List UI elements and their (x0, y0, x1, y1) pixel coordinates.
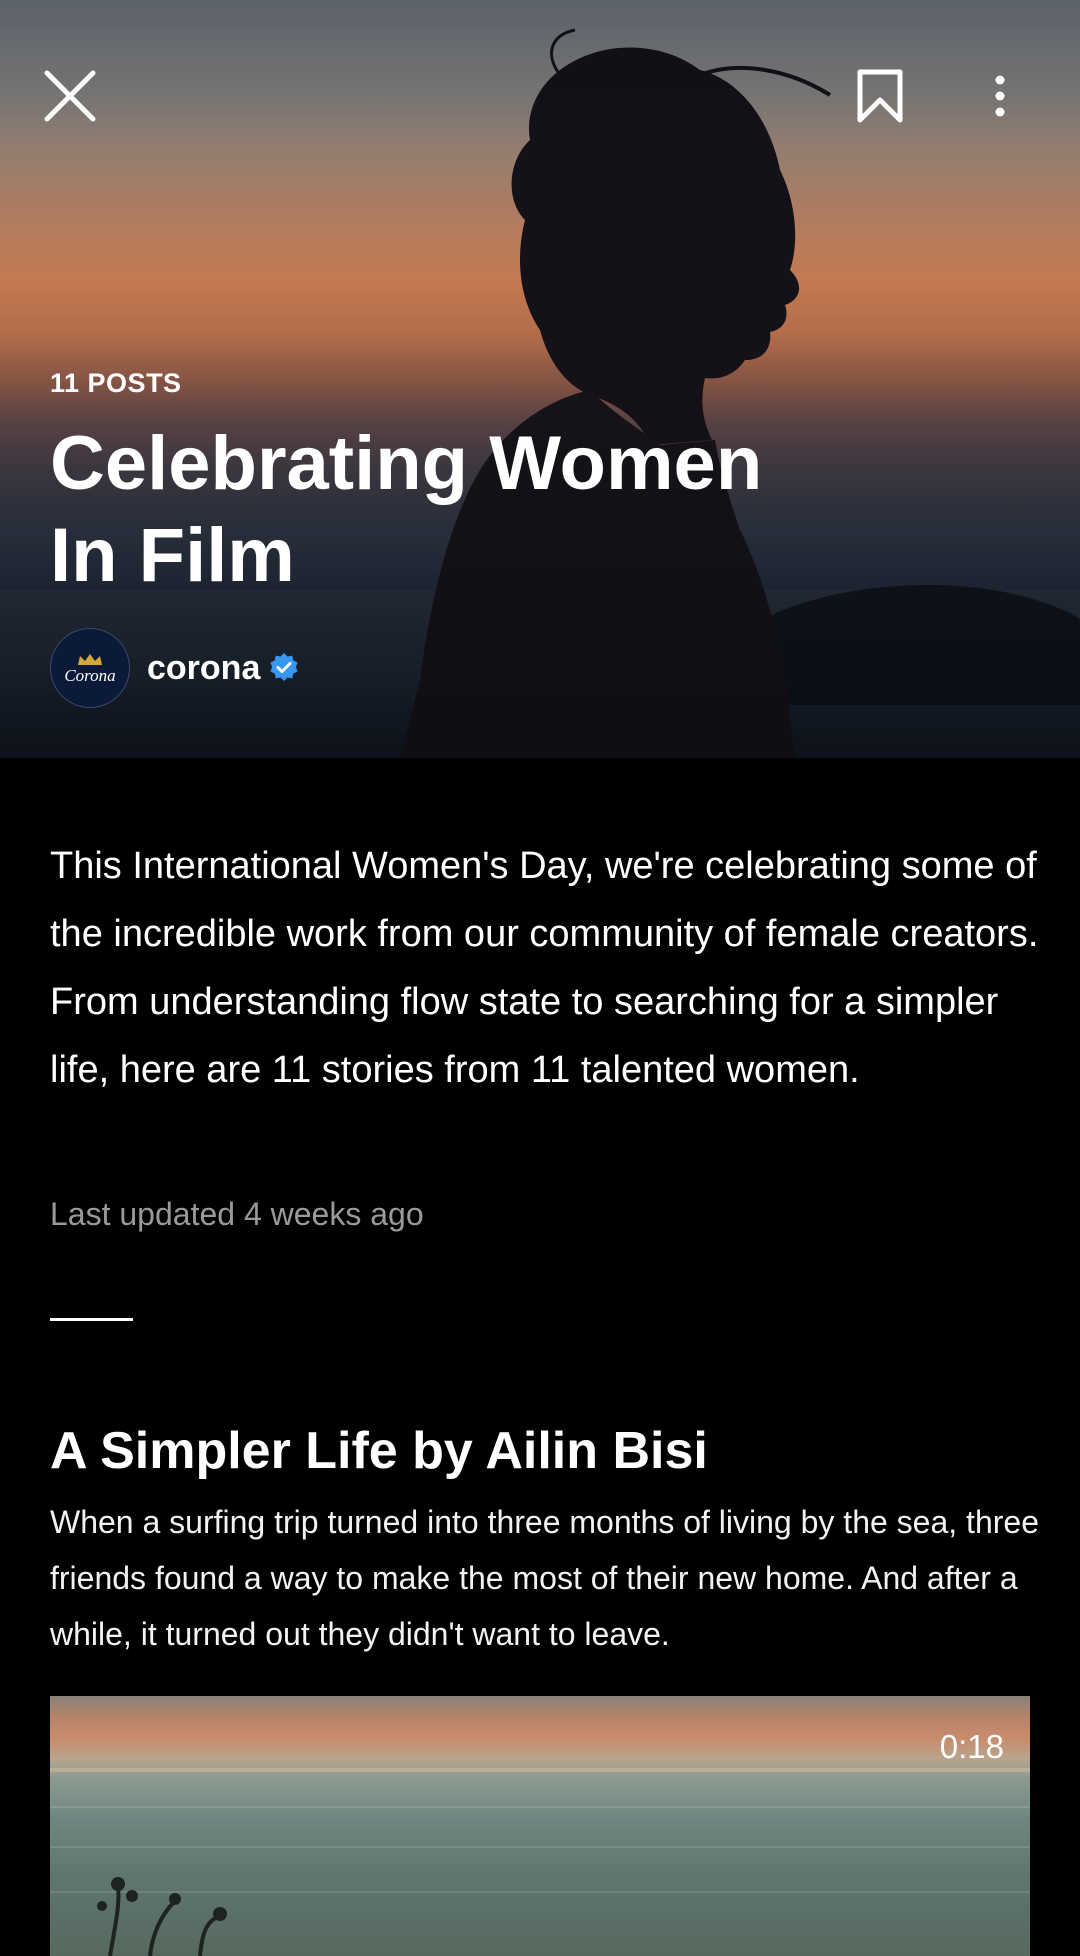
video-ripple (50, 1846, 1030, 1848)
video-ripple (50, 1806, 1030, 1808)
video-horizon (50, 1768, 1030, 1772)
close-button[interactable] (30, 56, 110, 136)
video-plants (97, 1877, 227, 1956)
last-updated: Last updated 4 weeks ago (50, 1196, 424, 1232)
story-description: When a surfing trip turned into three mo… (50, 1504, 1039, 1652)
more-vertical-icon (995, 75, 1005, 117)
more-options-button[interactable] (960, 56, 1040, 136)
posts-count: 11 POSTS (50, 368, 182, 398)
crown-icon (78, 653, 102, 665)
collection-title-line-2: In Film (50, 513, 295, 598)
collection-title: Celebrating Women In Film (50, 418, 950, 602)
avatar-brand-logo: Corona (64, 665, 116, 685)
hero-cover-image: 11 POSTS Celebrating Women In Film Coron… (0, 0, 1080, 758)
avatar[interactable]: Corona (50, 628, 130, 708)
collection-title-line-1: Celebrating Women (50, 421, 763, 506)
close-icon (44, 70, 96, 122)
author-row[interactable]: Corona corona (50, 628, 300, 708)
section-divider (50, 1318, 133, 1321)
video-duration: 0:18 (939, 1728, 1004, 1765)
bookmark-icon (857, 69, 903, 123)
author-name[interactable]: corona (147, 649, 260, 688)
story-title[interactable]: A Simpler Life by Ailin Bisi (50, 1418, 708, 1484)
collection-description: This International Women's Day, we're ce… (50, 845, 1039, 1091)
bookmark-button[interactable] (840, 56, 920, 136)
story-video-thumbnail[interactable]: 0:18 (50, 1696, 1030, 1956)
verified-badge-icon (270, 653, 298, 681)
